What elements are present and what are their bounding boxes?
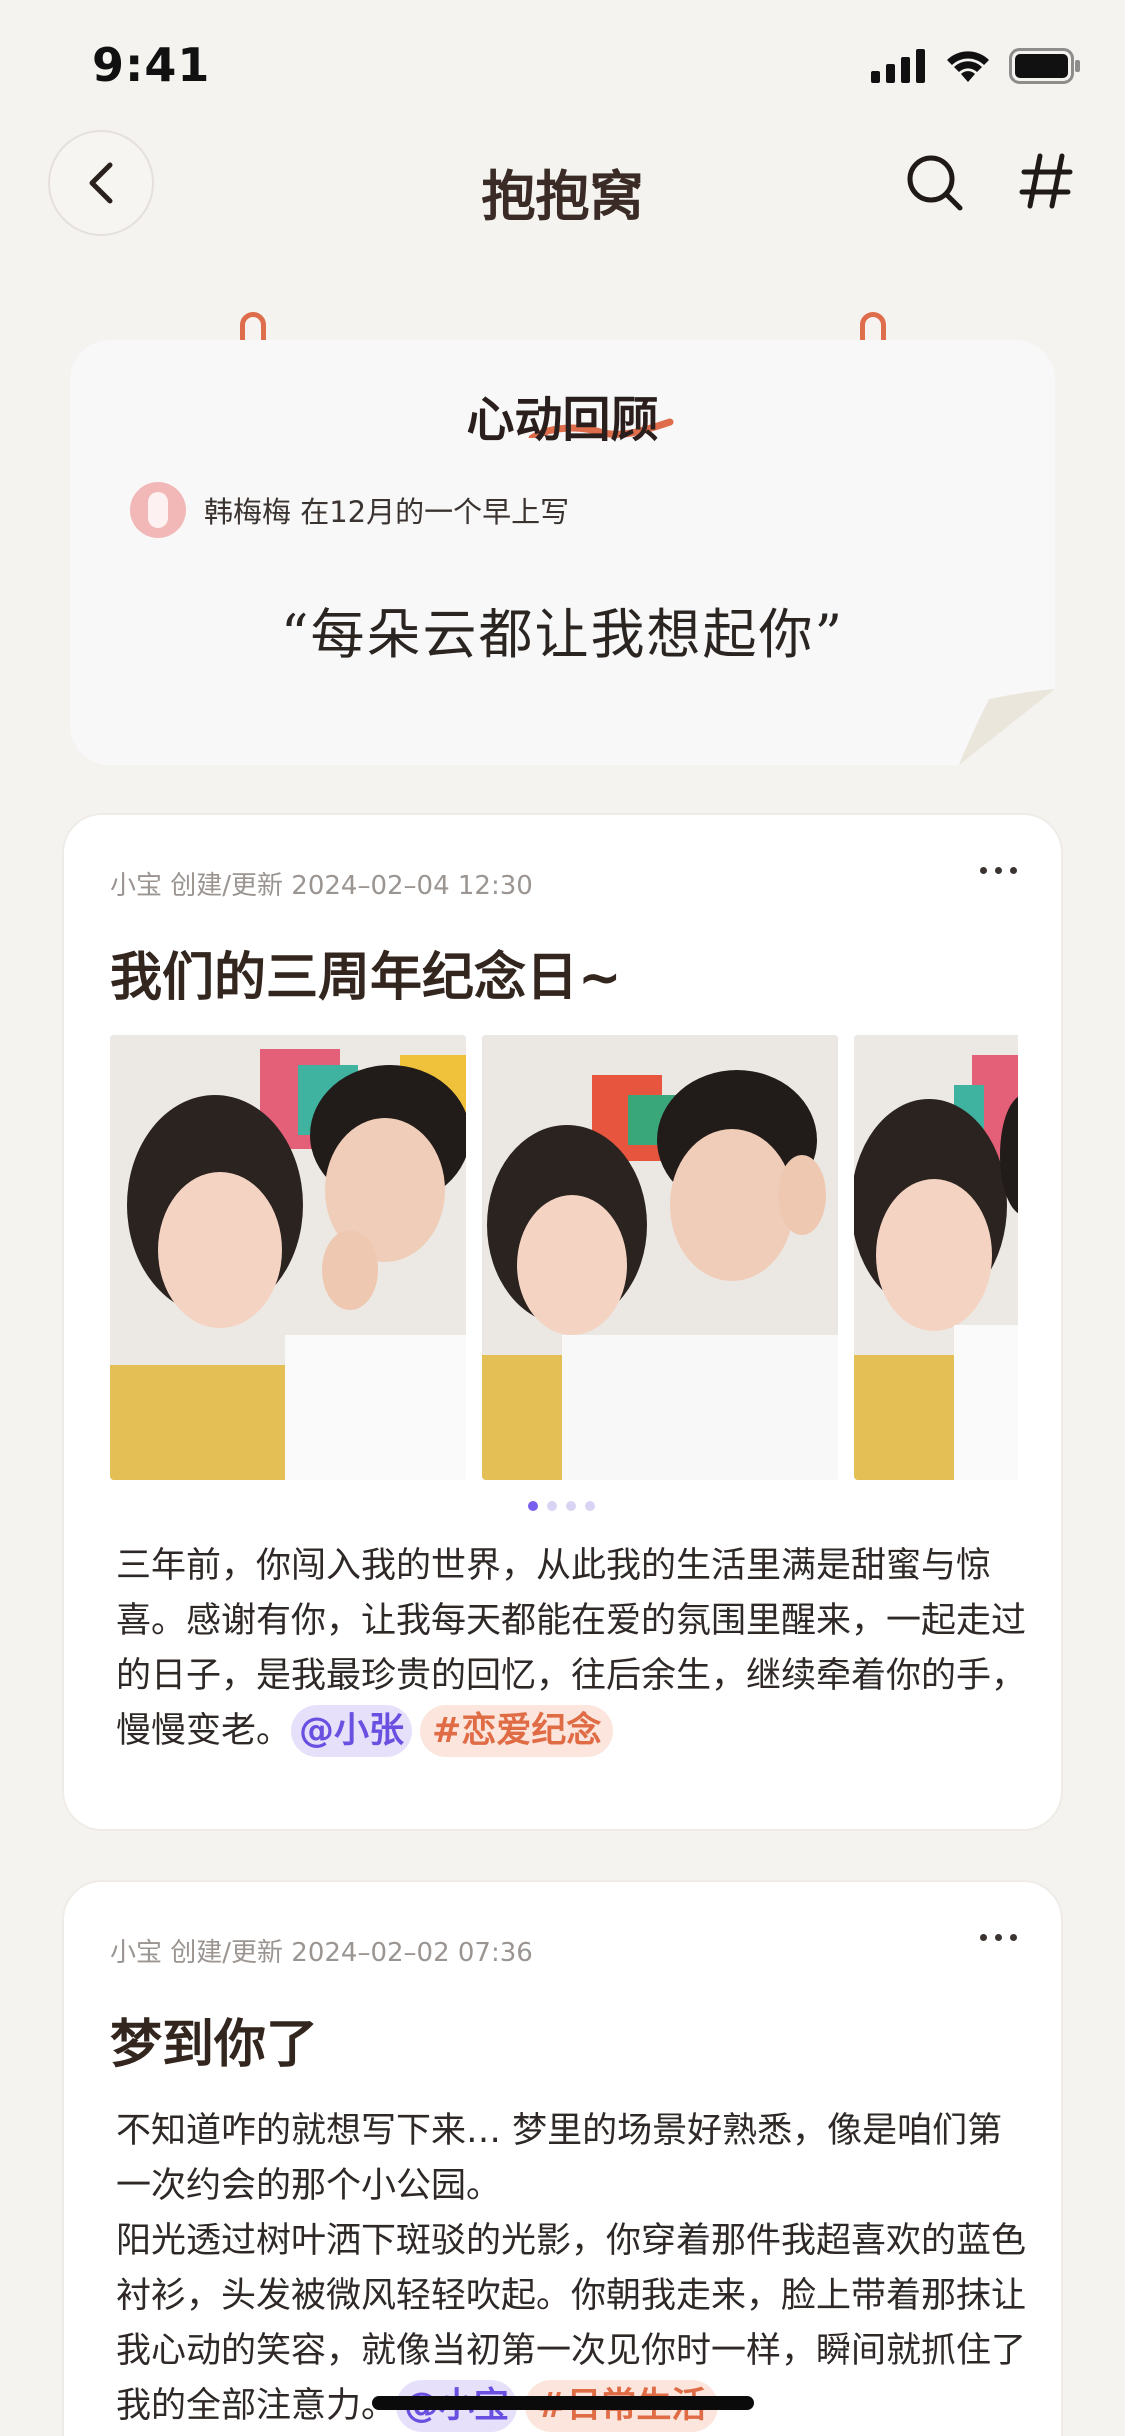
more-button[interactable] xyxy=(980,867,1017,874)
wifi-icon xyxy=(947,51,989,82)
photo-gallery[interactable] xyxy=(110,1035,1018,1480)
post-meta: 小宝 创建/更新 2024–02–04 12:30 xyxy=(110,871,533,901)
topic-tag[interactable]: #恋爱纪念 xyxy=(420,1705,614,1757)
review-title: 心动回顾 xyxy=(466,392,659,448)
heart-review-card[interactable]: 心动回顾 韩梅梅 在12月的一个早上写 “每朵云都让我想起你” xyxy=(70,340,1055,765)
photo[interactable] xyxy=(110,1035,466,1480)
nav-bar: 抱抱窝 xyxy=(0,130,1125,240)
post-title: 我们的三周年纪念日~ xyxy=(110,948,622,1008)
search-icon xyxy=(907,155,963,211)
review-author-text: 韩梅梅 在12月的一个早上写 xyxy=(204,495,570,529)
status-icons xyxy=(871,48,1081,84)
post-body: 不知道咋的就想写下来… 梦里的场景好熟悉，像是咱们第一次约会的那个小公园。 阳光… xyxy=(116,2104,1026,2434)
page-curl-decoration xyxy=(959,689,1055,765)
photo[interactable] xyxy=(854,1035,1018,1480)
post-card[interactable]: 小宝 创建/更新 2024–02–04 12:30 我们的三周年纪念日~ 三年前… xyxy=(62,813,1063,1831)
couple-photo-image xyxy=(482,1035,838,1480)
post-body: 三年前，你闯入我的世界，从此我的生活里满是甜蜜与惊喜。感谢有你，让我每天都能在爱… xyxy=(116,1539,1026,1759)
pagination-dot[interactable] xyxy=(566,1501,576,1511)
review-author: 韩梅梅 在12月的一个早上写 xyxy=(130,482,569,538)
couple-photo-image xyxy=(854,1035,1018,1480)
avatar xyxy=(130,482,186,538)
review-quote: “每朵云都让我想起你” xyxy=(280,603,845,666)
photo[interactable] xyxy=(482,1035,838,1480)
search-button[interactable] xyxy=(904,152,966,218)
pagination-dot-active[interactable] xyxy=(528,1501,538,1511)
pagination-dot[interactable] xyxy=(585,1501,595,1511)
post-body-paragraph: 不知道咋的就想写下来… 梦里的场景好熟悉，像是咱们第一次约会的那个小公园。 xyxy=(116,2111,1003,2206)
pagination-dot[interactable] xyxy=(547,1501,557,1511)
hashtag-icon xyxy=(1019,153,1073,209)
mention-tag[interactable]: @小张 xyxy=(291,1705,413,1757)
post-meta: 小宝 创建/更新 2024–02–02 07:36 xyxy=(110,1938,533,1968)
couple-photo-image xyxy=(110,1035,466,1480)
topic-button[interactable] xyxy=(1018,150,1074,216)
home-indicator[interactable] xyxy=(372,2396,754,2410)
status-time: 9:41 xyxy=(92,38,211,92)
post-title: 梦到你了 xyxy=(110,2015,319,2075)
post-card[interactable]: 小宝 创建/更新 2024–02–02 07:36 梦到你了 不知道咋的就想写下… xyxy=(62,1880,1063,2436)
gallery-pagination xyxy=(528,1501,595,1511)
status-bar: 9:41 xyxy=(0,0,1125,130)
battery-icon xyxy=(1009,48,1080,84)
signal-icon xyxy=(871,49,925,83)
more-button[interactable] xyxy=(980,1934,1017,1941)
